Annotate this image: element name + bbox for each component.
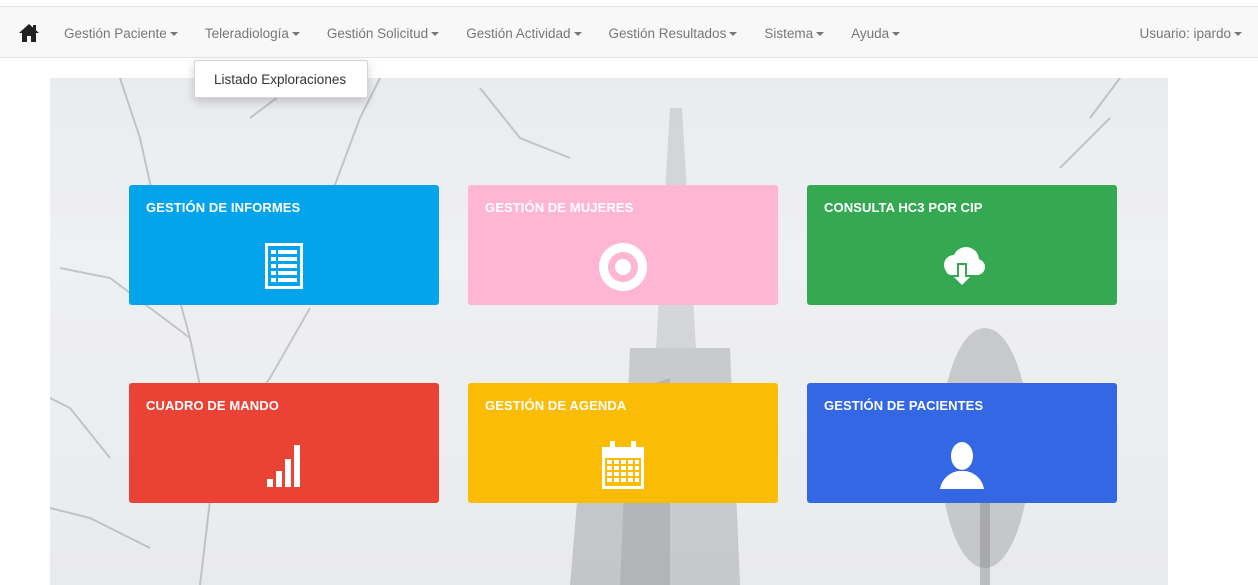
- tile-title: GESTIÓN DE PACIENTES: [824, 398, 984, 413]
- tile-consulta-hc3[interactable]: CONSULTA HC3 POR CIP: [807, 185, 1117, 305]
- tile-title: GESTIÓN DE AGENDA: [485, 398, 627, 413]
- caret-down-icon: [291, 32, 300, 36]
- menu-label: Gestión Actividad: [466, 25, 571, 41]
- menu-teleradiologia[interactable]: Teleradiología: [205, 26, 300, 41]
- caret-down-icon: [169, 32, 178, 36]
- tile-gestion-informes[interactable]: GESTIÓN DE INFORMES: [129, 185, 439, 305]
- menu-gestion-paciente[interactable]: Gestión Paciente: [64, 26, 178, 41]
- menu-sistema[interactable]: Sistema: [764, 25, 825, 41]
- main-menu: Gestión Paciente Teleradiología Gestión …: [64, 7, 927, 59]
- dropdown-item-listado-exploraciones[interactable]: Listado Exploraciones: [195, 72, 346, 87]
- caret-down-icon: [729, 32, 738, 36]
- caret-down-icon: [431, 32, 440, 36]
- signal-bars-icon: [258, 439, 310, 491]
- tile-title: GESTIÓN DE INFORMES: [146, 200, 301, 215]
- menu-gestion-solicitud[interactable]: Gestión Solicitud: [326, 25, 440, 41]
- tile-gestion-mujeres[interactable]: GESTIÓN DE MUJERES: [468, 185, 778, 305]
- user-menu[interactable]: Usuario: ipardo: [1139, 7, 1242, 59]
- menu-label: Gestión Solicitud: [326, 25, 429, 41]
- cloud-download-icon: [936, 241, 988, 293]
- menu-gestion-actividad[interactable]: Gestión Actividad: [466, 25, 582, 41]
- menu-gestion-resultados[interactable]: Gestión Resultados: [609, 26, 738, 41]
- background-image: [50, 78, 1168, 585]
- caret-down-icon: [573, 32, 582, 36]
- tile-gestion-agenda[interactable]: GESTIÓN DE AGENDA: [468, 383, 778, 503]
- menu-label: Ayuda: [851, 25, 890, 41]
- calendar-icon: [597, 439, 649, 491]
- user-icon: [936, 439, 988, 491]
- user-label: Usuario: ipardo: [1139, 25, 1231, 41]
- home-icon[interactable]: [18, 23, 40, 43]
- tile-cuadro-mando[interactable]: CUADRO DE MANDO: [129, 383, 439, 503]
- list-document-icon: [258, 241, 310, 293]
- menu-label: Gestión Resultados: [608, 25, 727, 41]
- tile-gestion-pacientes[interactable]: GESTIÓN DE PACIENTES: [807, 383, 1117, 503]
- caret-down-icon: [816, 32, 825, 36]
- tile-title: GESTIÓN DE MUJERES: [485, 200, 634, 215]
- menu-label: Sistema: [764, 25, 814, 41]
- tile-title: CONSULTA HC3 POR CIP: [824, 200, 983, 215]
- menu-ayuda[interactable]: Ayuda: [851, 25, 901, 41]
- caret-down-icon: [892, 32, 901, 36]
- target-icon: [597, 241, 649, 293]
- top-navbar: Gestión Paciente Teleradiología Gestión …: [0, 6, 1258, 58]
- caret-down-icon: [1234, 32, 1242, 36]
- menu-label: Gestión Paciente: [64, 25, 167, 41]
- teleradiologia-dropdown: Listado Exploraciones: [194, 60, 368, 98]
- tile-title: CUADRO DE MANDO: [146, 398, 279, 413]
- menu-label: Teleradiología: [204, 25, 289, 41]
